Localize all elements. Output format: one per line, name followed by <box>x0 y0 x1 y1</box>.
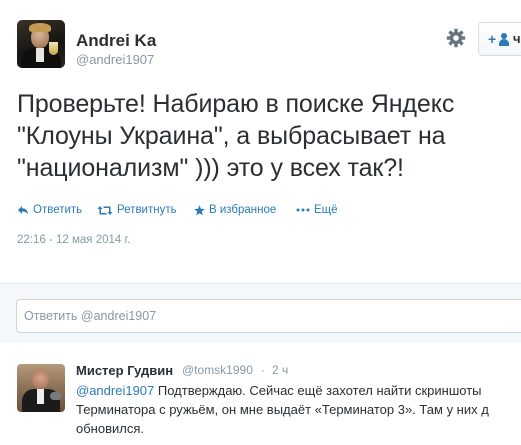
reply-separator: · <box>261 363 265 377</box>
reply-input[interactable]: Ответить @andrei1907 <box>16 299 521 333</box>
retweet-icon <box>97 205 113 215</box>
tweet-text: Проверьте! Набираю в поиске Яндекс "Клоу… <box>17 90 455 182</box>
reply-composer: Ответить @andrei1907 <box>0 283 521 344</box>
reply-arrow-icon <box>18 206 28 215</box>
more-label: Ещё <box>314 204 338 216</box>
reply-author-name[interactable]: Мистер Гудвин <box>76 363 173 378</box>
tweet-timestamp[interactable]: 22:16 - 12 мая 2014 г. <box>17 234 130 246</box>
favorite-action[interactable]: В избранное <box>194 204 276 216</box>
author-handle[interactable]: @andrei1907 <box>76 52 154 67</box>
reply-text-line-2: Терминатора с ружьём, он мне выдаёт «Тер… <box>76 402 489 417</box>
reply-action[interactable]: Ответить <box>17 204 82 216</box>
reply-time[interactable]: 2 ч <box>272 363 288 377</box>
more-dots-icon <box>296 208 310 212</box>
reply-author-avatar[interactable] <box>17 364 65 412</box>
star-icon <box>194 204 205 215</box>
reply-text-line-1: @andrei1907 Подтверждаю. Сейчас ещё захо… <box>76 381 521 400</box>
avatar-face <box>32 369 49 389</box>
follow-person-icon <box>499 33 509 46</box>
main-tweet: Andrei Ka @andrei1907 + ч Проверьте! Наб… <box>0 0 521 275</box>
avatar-gun <box>50 392 62 400</box>
follow-label: ч <box>513 31 521 46</box>
retweet-action[interactable]: Ретвитнуть <box>97 204 177 216</box>
retweet-label: Ретвитнуть <box>117 204 177 216</box>
avatar-shirt <box>37 389 44 404</box>
reply-tweet: Мистер Гудвин @tomsk1990 · 2 ч @andrei19… <box>0 343 521 445</box>
author-name[interactable]: Andrei Ka <box>76 31 156 51</box>
gear-icon[interactable] <box>446 28 466 48</box>
reply-text-line-1-rest: Подтверждаю. Сейчас ещё захотел найти ск… <box>154 383 482 398</box>
favorite-label: В избранное <box>209 204 277 216</box>
reply-mention[interactable]: @andrei1907 <box>76 383 154 398</box>
avatar-glass <box>49 42 58 55</box>
reply-text: @andrei1907 Подтверждаю. Сейчас ещё захо… <box>76 381 521 438</box>
reply-author-handle[interactable]: @tomsk1990 <box>182 363 253 377</box>
more-action[interactable]: Ещё <box>296 204 338 216</box>
follow-button[interactable]: + ч <box>478 22 521 56</box>
reply-label: Ответить <box>33 204 83 216</box>
avatar-shirt <box>36 48 44 62</box>
follow-plus: + <box>488 31 497 47</box>
avatar-hair <box>29 23 51 32</box>
reply-text-line-3: обновился. <box>76 421 144 436</box>
author-avatar[interactable] <box>17 20 65 68</box>
